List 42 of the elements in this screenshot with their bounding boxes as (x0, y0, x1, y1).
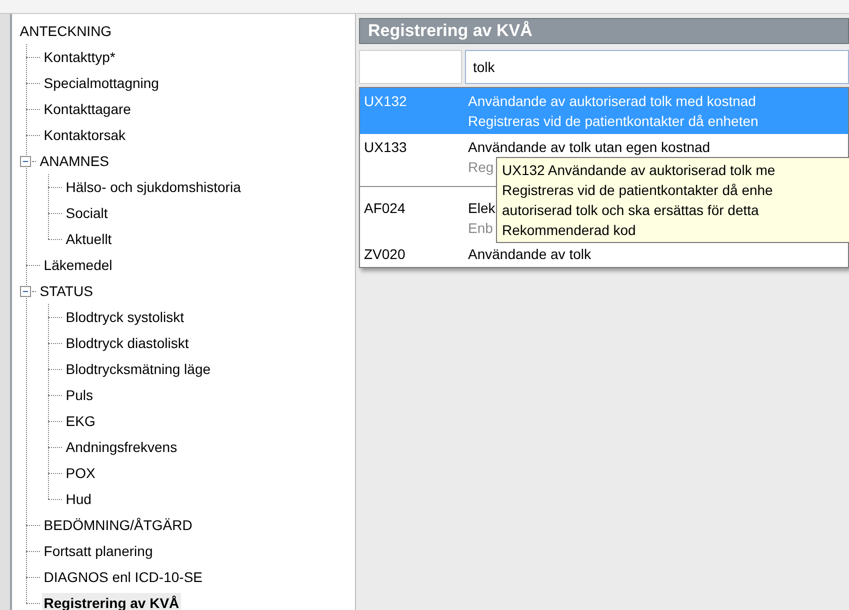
tree-item[interactable]: ANTECKNING (18, 20, 114, 42)
tree-item[interactable]: Fortsatt planering (42, 540, 155, 562)
tree-item[interactable]: Aktuellt (64, 228, 114, 250)
tree-item[interactable]: Blodtrycksmätning läge (64, 358, 213, 380)
collapse-icon[interactable] (20, 156, 31, 166)
result-row[interactable]: ZV020 Användande av tolk (360, 241, 848, 267)
code-text: UX133 (363, 138, 408, 157)
description-text: Användande av auktoriserad tolk med kostnad (468, 92, 756, 111)
collapse-icon[interactable] (20, 286, 31, 296)
code-text: AF024 (363, 199, 406, 218)
tree-item[interactable]: Blodtryck diastoliskt (64, 332, 191, 354)
code-field[interactable] (359, 50, 462, 84)
search-field[interactable]: tolk (465, 50, 849, 84)
tree-item[interactable]: Andningsfrekvens (64, 436, 180, 458)
tooltip-text: Registreras vid de patientkontakter då enhe (502, 181, 774, 200)
description-text: Användande av tolk utan egen kostnad (468, 138, 710, 157)
tree-item[interactable]: Puls (64, 384, 96, 406)
tooltip-text: Rekommenderad kod (502, 221, 637, 240)
tree-item[interactable]: Kontaktorsak (42, 124, 128, 146)
tree-item[interactable]: EKG (64, 410, 98, 432)
description-subtext: Registreras vid de patientkontakter då enheten (468, 112, 758, 131)
tree-item[interactable]: Kontakttagare (42, 98, 133, 120)
description-text: Elek (468, 199, 496, 218)
tooltip-text: autoriserad tolk och ska ersättas för detta (502, 201, 760, 220)
tree-item[interactable]: STATUS (38, 280, 95, 302)
code-text: UX132 (363, 92, 408, 111)
tree-item[interactable]: Kontakttyp* (42, 46, 118, 68)
tree-item[interactable]: Socialt (64, 202, 110, 224)
description-text: Användande av tolk (468, 245, 591, 264)
tree-item[interactable]: BEDÖMNING/ÅTGÄRD (42, 514, 194, 536)
tree-item[interactable]: POX (64, 462, 98, 484)
tree-item[interactable]: Läkemedel (42, 254, 114, 276)
panel-header: Registrering av KVÅ (359, 18, 849, 44)
code-text: ZV020 (363, 245, 406, 264)
tree-item[interactable]: Hälso- och sjukdomshistoria (64, 176, 243, 198)
tree-item[interactable]: Blodtryck systoliskt (64, 306, 186, 328)
tooltip-text: UX132 Användande av auktoriserad tolk me (502, 161, 776, 180)
tree-item[interactable]: ANAMNES (38, 150, 112, 172)
tree-item[interactable]: Hud (64, 488, 94, 510)
tree-item[interactable]: DIAGNOS enl ICD-10-SE (42, 566, 204, 588)
tree-item[interactable]: Specialmottagning (42, 72, 161, 94)
description-subtext: Enb (468, 219, 493, 238)
